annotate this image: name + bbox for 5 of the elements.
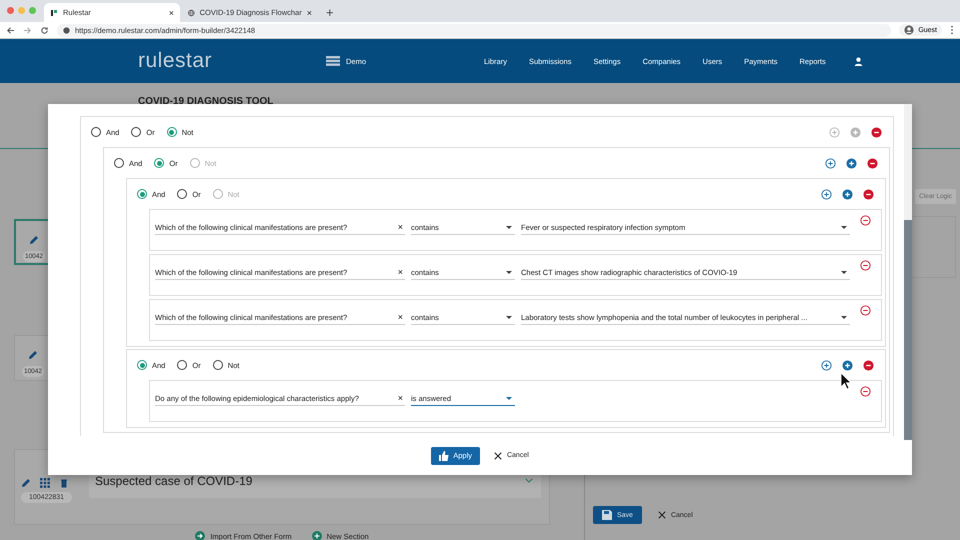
logo[interactable]: rulestar [138, 49, 288, 73]
close-tab-button[interactable]: × [168, 8, 174, 18]
close-tab-button[interactable]: × [306, 8, 312, 18]
new-tab-button[interactable]: + [326, 5, 334, 20]
form-title: COVID-19 DIAGNOSIS TOOL [138, 96, 274, 107]
